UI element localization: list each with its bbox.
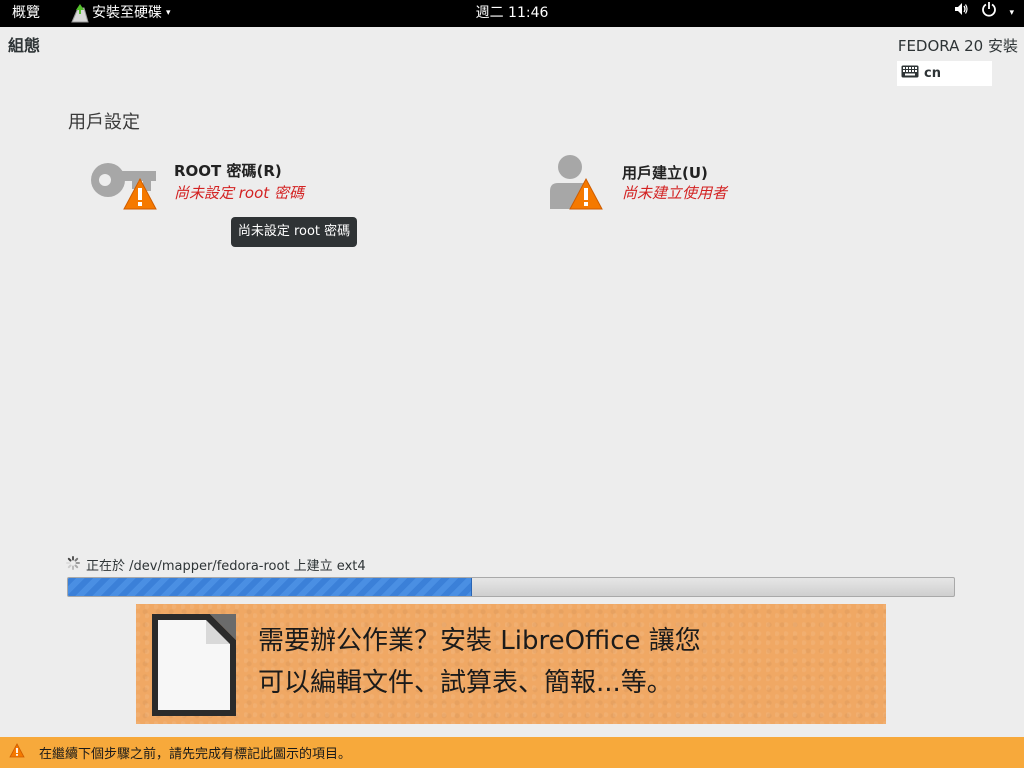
keyboard-icon: [901, 65, 919, 82]
tooltip: 尚未設定 root 密碼: [231, 217, 357, 247]
warning-icon: [122, 177, 158, 215]
libreoffice-document-icon: [148, 610, 240, 724]
keyboard-layout-label: cn: [924, 66, 941, 81]
spoke-title: ROOT 密碼(R): [174, 162, 282, 180]
progress-label: 正在於 /dev/mapper/fedora-root 上建立 ext4: [86, 559, 366, 574]
spoke-status: 尚未建立使用者: [622, 184, 728, 202]
clock[interactable]: 週二 11:46: [0, 0, 1024, 27]
warning-icon: [9, 743, 25, 762]
banner-text-line-1: 需要辦公作業？安裝 LibreOffice 讓您: [258, 626, 701, 656]
banner-text-line-2: 可以編輯文件、試算表、簡報...等。: [258, 668, 673, 698]
spinner-icon: [66, 555, 80, 574]
spoke-user-creation[interactable]: 用戶建立(U) 尚未建立使用者: [546, 153, 886, 213]
page-title: 組態: [8, 36, 41, 55]
warning-bar: 在繼續下個步驟之前，請先完成有標記此圖示的項目。: [0, 737, 1024, 768]
top-bar: 概覽 安裝至硬碟 ▾ 週二 11:46 ▾: [0, 0, 1024, 27]
progress-bar: [67, 577, 955, 597]
category-label: 用戶設定: [68, 112, 140, 133]
chevron-down-icon[interactable]: ▾: [1009, 0, 1014, 27]
keyboard-layout-indicator[interactable]: cn: [897, 61, 992, 86]
system-status-area[interactable]: ▾: [953, 0, 1014, 27]
warning-icon: [568, 177, 604, 215]
spoke-root-password[interactable]: ROOT 密碼(R) 尚未設定 root 密碼: [88, 153, 428, 213]
volume-icon[interactable]: [953, 0, 969, 27]
progress-bar-fill: [68, 578, 473, 596]
warning-bar-text: 在繼續下個步驟之前，請先完成有標記此圖示的項目。: [39, 747, 352, 762]
product-title: FEDORA 20 安裝: [897, 37, 1018, 55]
spoke-title: 用戶建立(U): [622, 164, 708, 182]
progress-status: 正在於 /dev/mapper/fedora-root 上建立 ext4: [66, 555, 366, 574]
spoke-status: 尚未設定 root 密碼: [174, 184, 304, 202]
libreoffice-banner: 需要辦公作業？安裝 LibreOffice 讓您 可以編輯文件、試算表、簡報..…: [136, 604, 886, 724]
power-icon[interactable]: [981, 0, 997, 27]
